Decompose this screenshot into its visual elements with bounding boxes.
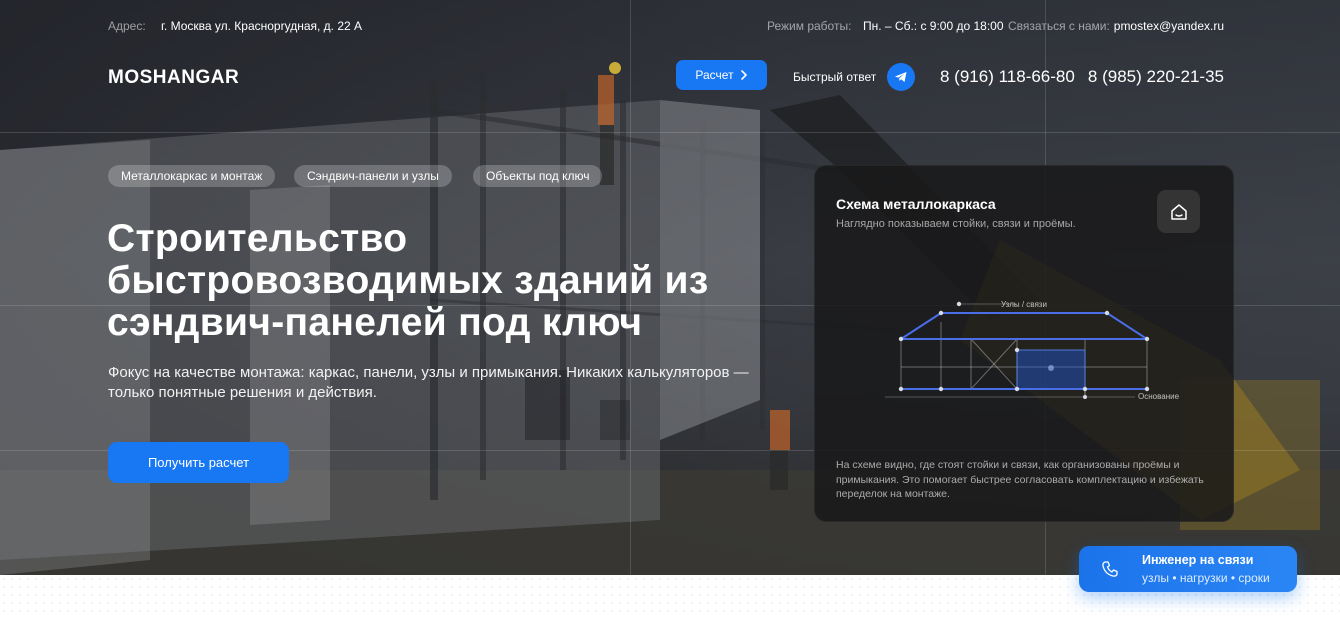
scheme-title: Схема металлокаркаса: [836, 196, 996, 212]
logo[interactable]: MOSHANGAR: [108, 67, 239, 89]
scheme-label-base: Основание: [1138, 392, 1180, 401]
address-value: г. Москва ул. Красноprудная, д. 22 А: [161, 19, 363, 33]
get-quote-button[interactable]: Получить расчет: [108, 442, 289, 483]
hero-headline: Строительство быстровозводимых зданий из…: [107, 217, 709, 344]
telegram-button[interactable]: [887, 63, 915, 91]
calc-button-label: Расчет: [695, 68, 734, 82]
chip-sandwich-panels[interactable]: Сэндвич-панели и узлы: [294, 165, 452, 187]
scheme-description: На схеме видно, где стоят стойки и связи…: [836, 459, 1204, 500]
hero-lead: Фокус на качестве монтажа: каркас, панел…: [108, 364, 749, 401]
house-icon: [1170, 203, 1187, 220]
telegram-icon: [895, 72, 907, 82]
grid-line: [0, 132, 1340, 133]
engineer-subtitle: узлы • нагрузки • сроки: [1142, 571, 1270, 585]
scheme-subtitle: Наглядно показываем стойки, связи и проё…: [836, 218, 1076, 230]
address-label: Адрес:: [108, 19, 146, 33]
chevron-right-icon: [740, 70, 747, 80]
hours-label: Режим работы:: [767, 19, 852, 33]
quick-answer-label: Быстрый ответ: [793, 70, 877, 84]
frame-scheme-card: Схема металлокаркаса Наглядно показываем…: [814, 165, 1234, 522]
house-button[interactable]: [1157, 190, 1200, 233]
phone-link-1[interactable]: 8 (916) 118-66-80: [940, 67, 1075, 87]
phone-icon: [1102, 561, 1118, 577]
contact-label: Связаться с нами:: [1008, 19, 1110, 33]
engineer-contact-button[interactable]: Инженер на связи узлы • нагрузки • сроки: [1079, 546, 1297, 592]
scheme-label-nodes: Узлы / связи: [1001, 300, 1047, 309]
engineer-title: Инженер на связи: [1142, 553, 1254, 567]
frame-scheme-diagram: [885, 301, 1150, 399]
phone-link-2[interactable]: 8 (985) 220-21-35: [1088, 67, 1224, 87]
hours-value: Пн. – Сб.: с 9:00 до 18:00: [863, 19, 1004, 33]
hero-section: Адрес: г. Москва ул. Красноprудная, д. 2…: [0, 0, 1340, 575]
chip-metal-frame[interactable]: Металлокаркас и монтаж: [108, 165, 276, 187]
top-info-bar: Адрес: г. Москва ул. Красноprудная, д. 2…: [108, 19, 1224, 35]
email-link[interactable]: pmostex@yandex.ru: [1114, 19, 1224, 33]
chip-turnkey-objects[interactable]: Объекты под ключ: [473, 165, 603, 187]
calc-button[interactable]: Расчет: [676, 60, 767, 90]
